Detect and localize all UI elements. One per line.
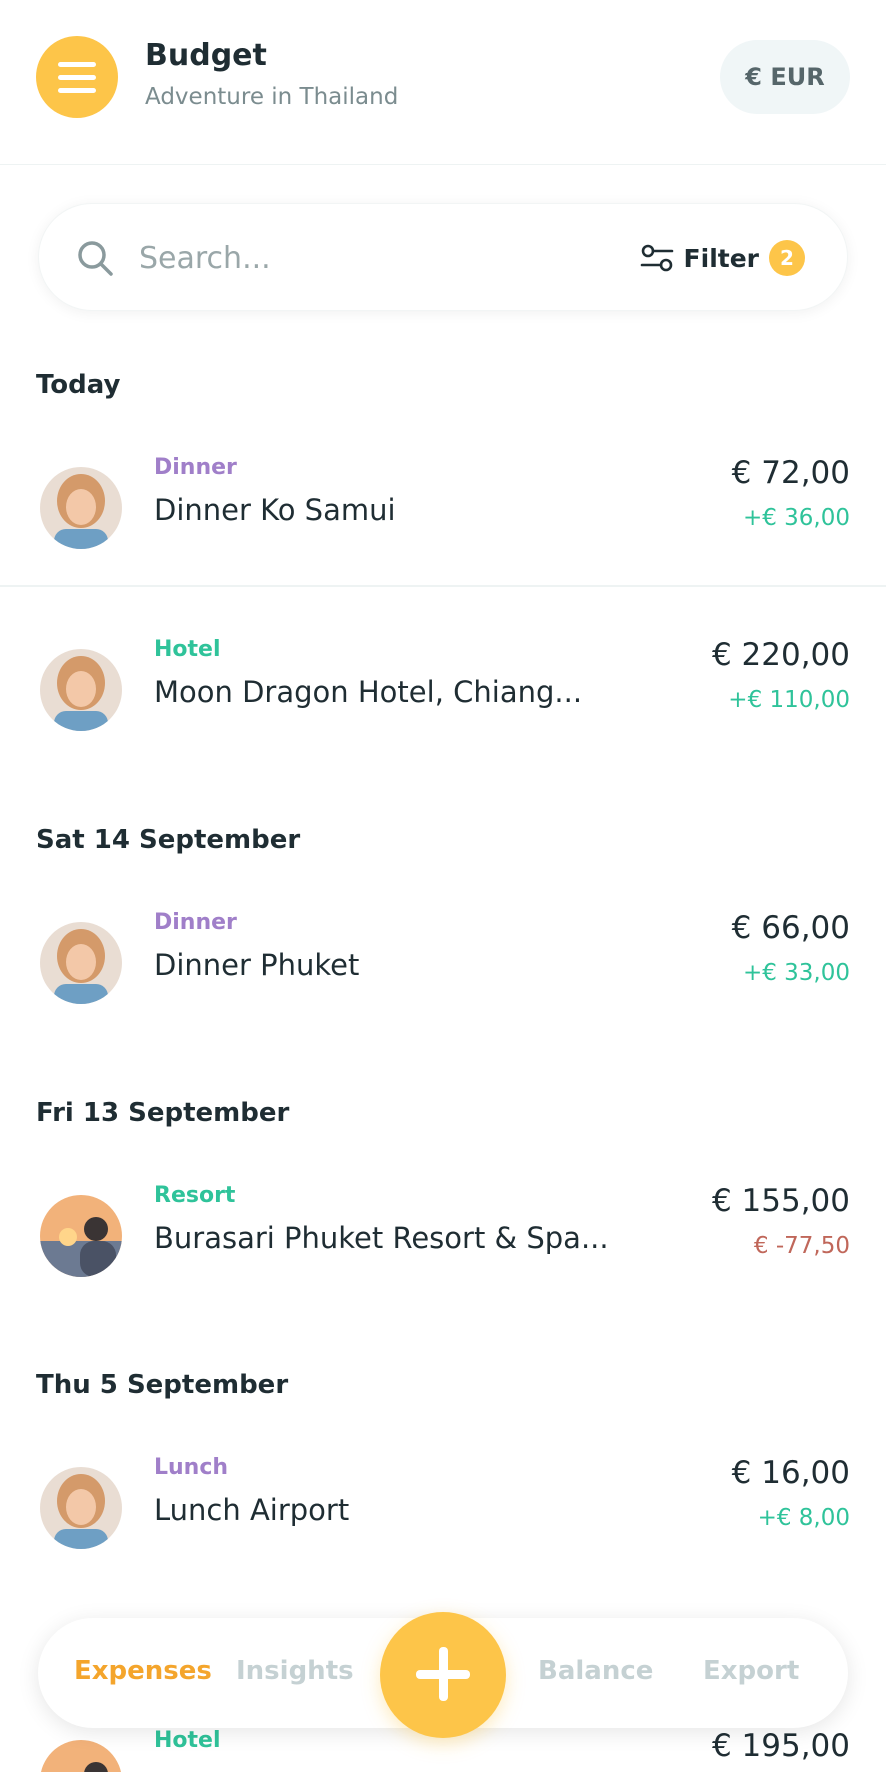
item-share: +€ 33,00	[742, 960, 850, 986]
tab-export[interactable]: Export	[703, 1656, 799, 1686]
expense-item[interactable]: Dinner Dinner Phuket € 66,00 +€ 33,00	[0, 910, 886, 1030]
woman-avatar	[40, 649, 122, 731]
item-title: Burasari Phuket Resort & Spa...	[154, 1221, 609, 1255]
woman-avatar	[40, 922, 122, 1004]
item-category: Resort	[154, 1183, 236, 1208]
item-amount: € 66,00	[731, 910, 850, 946]
expense-item[interactable]: Resort Burasari Phuket Resort & Spa... €…	[0, 1183, 886, 1303]
woman-avatar	[40, 1467, 122, 1549]
section-heading: Thu 5 September	[36, 1370, 289, 1400]
item-amount: € 16,00	[731, 1455, 850, 1491]
search-icon	[78, 241, 113, 276]
tab-expenses[interactable]: Expenses	[74, 1656, 212, 1686]
trip-name: Adventure in Thailand	[145, 84, 399, 110]
sliders-icon	[640, 244, 673, 272]
add-expense-button[interactable]	[380, 1612, 506, 1738]
item-share: +€ 110,00	[728, 687, 850, 713]
menu-button[interactable]	[36, 36, 118, 118]
item-amount: € 195,00	[711, 1728, 850, 1764]
item-title: Moon Dragon Hotel, Chiang...	[154, 675, 583, 709]
woman-avatar	[40, 467, 122, 549]
item-category: Hotel	[154, 1728, 221, 1753]
item-category: Lunch	[154, 1455, 229, 1480]
expense-item[interactable]: Dinner Dinner Ko Samui € 72,00 +€ 36,00	[0, 455, 886, 575]
currency-button[interactable]: € EUR	[720, 40, 850, 114]
filter-count-badge: 2	[769, 240, 805, 276]
section-heading: Fri 13 September	[36, 1098, 290, 1128]
item-category: Dinner	[154, 455, 237, 480]
item-title: Dinner Ko Samui	[154, 493, 396, 527]
item-category: Dinner	[154, 910, 237, 935]
filter-button[interactable]: Filter 2	[640, 238, 805, 278]
item-share: +€ 36,00	[742, 505, 850, 531]
hamburger-icon	[58, 61, 96, 67]
divider	[0, 585, 886, 587]
item-amount: € 72,00	[731, 455, 850, 491]
app-header: Budget Adventure in Thailand € EUR	[0, 0, 886, 165]
tab-insights[interactable]: Insights	[236, 1656, 354, 1686]
item-share: € -77,50	[753, 1233, 850, 1259]
item-title: Lunch Airport	[154, 1493, 350, 1527]
item-share: +€ 8,00	[757, 1505, 850, 1531]
expense-item[interactable]: Hotel Moon Dragon Hotel, Chiang... € 220…	[0, 637, 886, 757]
item-amount: € 155,00	[711, 1183, 850, 1219]
item-title: Dinner Phuket	[154, 948, 360, 982]
app-screen: Budget Adventure in Thailand € EUR Filte…	[0, 0, 886, 1772]
tab-balance[interactable]: Balance	[538, 1656, 653, 1686]
search-bar: Filter 2	[38, 203, 848, 311]
filter-label: Filter	[683, 243, 759, 273]
item-category: Hotel	[154, 637, 221, 662]
section-heading: Sat 14 September	[36, 825, 301, 855]
page-title: Budget	[145, 38, 267, 73]
section-heading: Today	[36, 370, 121, 400]
expense-item[interactable]: Lunch Lunch Airport € 16,00 +€ 8,00	[0, 1455, 886, 1575]
item-amount: € 220,00	[711, 637, 850, 673]
man-sunset-avatar	[40, 1740, 122, 1772]
man-sunset-avatar	[40, 1195, 122, 1277]
search-input[interactable]	[139, 234, 519, 282]
